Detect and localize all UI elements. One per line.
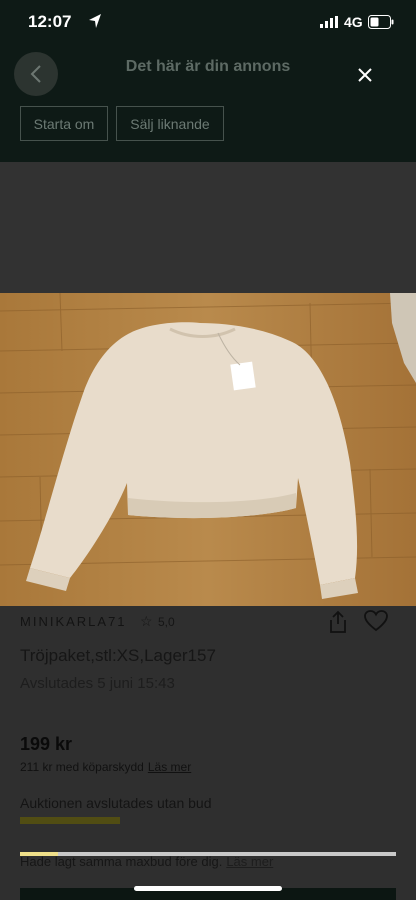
bid-note: Hade lagt samma maxbud före dig. Läs mer (20, 854, 273, 869)
close-icon (358, 68, 372, 82)
buyer-protection-price: 211 kr med köparskydd Läs mer (20, 760, 191, 774)
status-bar: 12:07 4G (0, 0, 416, 44)
buyer-protection-text: 211 kr med köparskydd (20, 760, 144, 774)
bid-note-text: Hade lagt samma maxbud före dig. (20, 854, 223, 869)
listing-photo[interactable] (0, 293, 416, 606)
sell-similar-button[interactable]: Sälj liknande (116, 106, 224, 141)
network-type: 4G (344, 14, 363, 30)
star-icon: ☆ (140, 613, 153, 629)
share-button[interactable] (328, 610, 348, 634)
cellular-signal-icon (320, 16, 338, 28)
product-title: Tröjpaket,stl:XS,Lager157 (20, 646, 216, 665)
listing-header: Det här är din annons Starta om Sälj lik… (0, 44, 416, 162)
auction-end-time: Avslutades 5 juni 15:43 (20, 675, 175, 692)
seller-rating: 5,0 (158, 615, 175, 629)
home-indicator (134, 886, 282, 891)
read-more-link[interactable]: Läs mer (148, 760, 191, 774)
listing-details: MINIKARLA71 ☆ 5,0 Tröjpaket,stl:XS,Lager… (0, 606, 416, 900)
auction-status: Auktionen avslutades utan bud (20, 795, 212, 811)
progress-bar (20, 852, 396, 856)
restart-button[interactable]: Starta om (20, 106, 108, 141)
dimmed-overlay (0, 162, 416, 294)
location-arrow-icon (89, 14, 101, 28)
status-highlight (20, 817, 120, 824)
heart-icon[interactable] (364, 610, 388, 632)
battery-icon (368, 15, 394, 29)
close-button[interactable] (350, 60, 380, 90)
seller-name[interactable]: MINIKARLA71 (20, 614, 127, 629)
progress-fill (20, 852, 58, 856)
bid-note-read-more-link[interactable]: Läs mer (226, 854, 273, 869)
status-time: 12:07 (28, 12, 72, 31)
price: 199 kr (20, 734, 73, 754)
